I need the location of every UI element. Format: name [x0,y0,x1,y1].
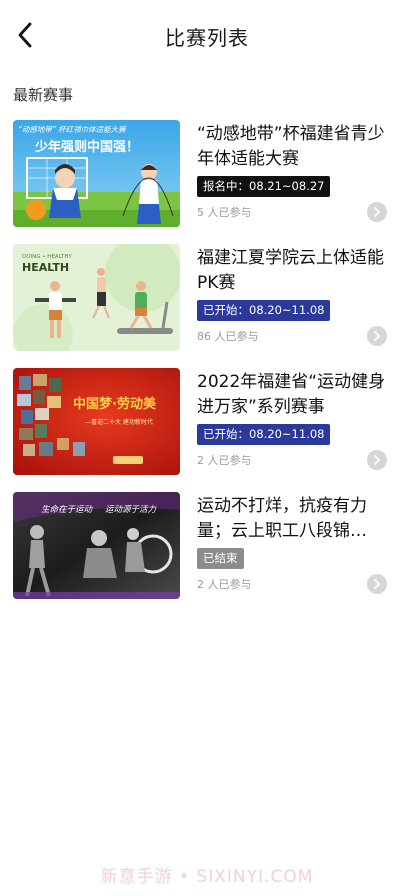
status-badge: 报名中：08.21~08.27 [197,176,331,197]
nav-bar: 比赛列表 [0,0,414,70]
participant-count: 2 人已参与 [197,578,252,591]
chevron-right-icon [374,455,381,465]
event-card[interactable]: DOING • HEALTHY HEALTH 福建江夏学院云上体适能PK赛 已开… [13,244,401,354]
event-thumbnail: 中国梦·劳动美 —喜迎二十大 建功新时代 [13,368,180,475]
event-card[interactable]: 中国梦·劳动美 —喜迎二十大 建功新时代 2022年福建省“运动健身进万家”系列… [13,368,401,478]
thumb-title-text: HEALTH [22,261,69,274]
event-title: 2022年福建省“运动健身进万家”系列赛事 [197,372,386,417]
event-thumbnail: DOING • HEALTHY HEALTH [13,244,180,351]
go-button[interactable] [367,450,387,470]
thumb-title-text: 中国梦·劳动美 [73,396,157,412]
event-title: “动感地带”杯福建省青少年体适能大赛 [197,124,385,169]
status-badge: 已结束 [197,548,244,569]
watermark: 新意手游 • SIXINYI.COM [100,867,314,887]
go-button[interactable] [367,574,387,594]
participant-count: 5 人已参与 [197,206,252,219]
participant-count: 86 人已参与 [197,330,259,343]
chevron-right-icon [374,331,381,341]
participant-count: 2 人已参与 [197,454,252,467]
event-card[interactable]: 生命在于运动 运动源于活力 运动不打烊，抗疫有力量；云上职工八段锦… 已结束 2… [13,492,401,602]
chevron-right-icon [374,579,381,589]
event-card[interactable]: “动感地带” 杯红领巾体适能大赛 少年强则中国强！ “动感地带”杯福建省青少年体… [13,120,401,230]
status-badge: 已开始：08.20~11.08 [197,300,331,321]
thumb-title-text: “动感地带” 杯红领巾体适能大赛 [18,125,127,134]
event-title: 福建江夏学院云上体适能PK赛 [197,248,384,293]
thumb-small-text: DOING • HEALTHY [22,254,72,260]
thumb-slogan-text: 少年强则中国强！ [34,139,139,155]
page-title: 比赛列表 [165,26,249,50]
event-thumbnail: “动感地带” 杯红领巾体适能大赛 少年强则中国强！ [13,120,180,227]
status-badge: 已开始：08.20~11.08 [197,424,331,445]
event-thumbnail: 生命在于运动 运动源于活力 [13,492,180,599]
go-button[interactable] [367,326,387,346]
go-button[interactable] [367,202,387,222]
chevron-right-icon [374,207,381,217]
thumb-text-a: 生命在于运动 [41,504,94,515]
event-title: 运动不打烊，抗疫有力量；云上职工八段锦… [197,496,367,541]
thumb-sub-text: —喜迎二十大 建功新时代 [85,418,153,426]
thumb-text-b: 运动源于活力 [105,504,158,515]
section-title: 最新赛事 [13,86,74,104]
